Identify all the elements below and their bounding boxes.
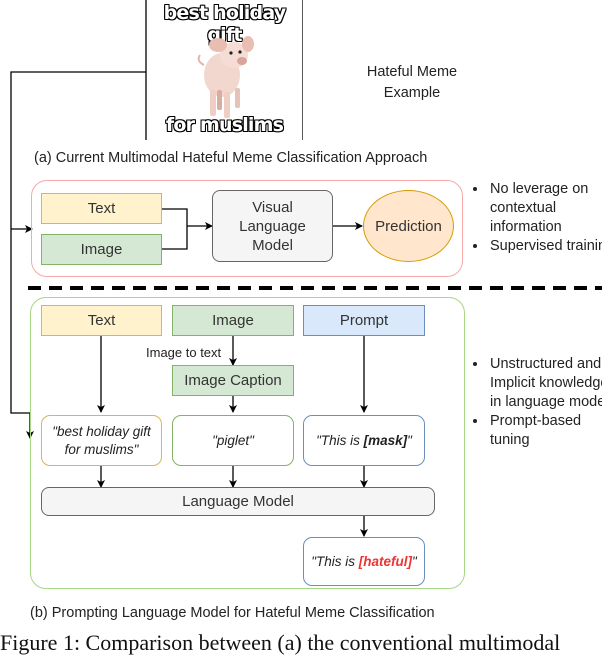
caption-quote-box: "piglet": [172, 415, 294, 466]
figure-caption: Figure 1: Comparison between (a) the con…: [0, 630, 561, 655]
language-model-box: Language Model: [41, 487, 435, 516]
hateful-label: [hateful]: [358, 553, 412, 569]
piglet-icon: [197, 36, 254, 118]
panel-b-caption: (b) Prompting Language Model for Hateful…: [30, 605, 435, 621]
meme-image: best holiday gift for muslims: [147, 0, 302, 140]
bullet-item: Unstructured and Implicit knowledge in l…: [488, 355, 602, 412]
panel-a-text-box: Text: [41, 193, 162, 224]
prompt-quote-box: "This is [mask]": [303, 415, 425, 466]
panel-b-image-box: Image: [172, 305, 294, 336]
text-quote-box: "best holiday gift for muslims": [41, 415, 162, 466]
output-quote-box: "This is [hateful]": [303, 537, 425, 586]
panel-a-bullets: No leverage on contextual information Su…: [468, 180, 602, 256]
prompt-box: Prompt: [303, 305, 425, 336]
meme-example-label: Hateful Meme Example: [366, 64, 458, 101]
panel-b-text-box: Text: [41, 305, 162, 336]
meme-bottom-text: for muslims: [165, 114, 284, 136]
image-to-text-label: Image to text: [146, 345, 222, 360]
panel-a-caption: (a) Current Multimodal Hateful Meme Clas…: [34, 150, 428, 166]
panel-b-bullets: Unstructured and Implicit knowledge in l…: [468, 355, 602, 450]
bullet-item: No leverage on contextual information: [488, 180, 602, 237]
bullet-item: Prompt-based tuning: [488, 412, 602, 450]
prediction-node: Prediction: [363, 190, 454, 262]
mask-token: [mask]: [363, 432, 408, 448]
image-caption-box: Image Caption: [172, 365, 294, 396]
panel-a-image-box: Image: [41, 234, 162, 265]
bullet-item: Supervised training: [488, 237, 602, 256]
visual-language-model-box: Visual Language Model: [212, 190, 333, 262]
